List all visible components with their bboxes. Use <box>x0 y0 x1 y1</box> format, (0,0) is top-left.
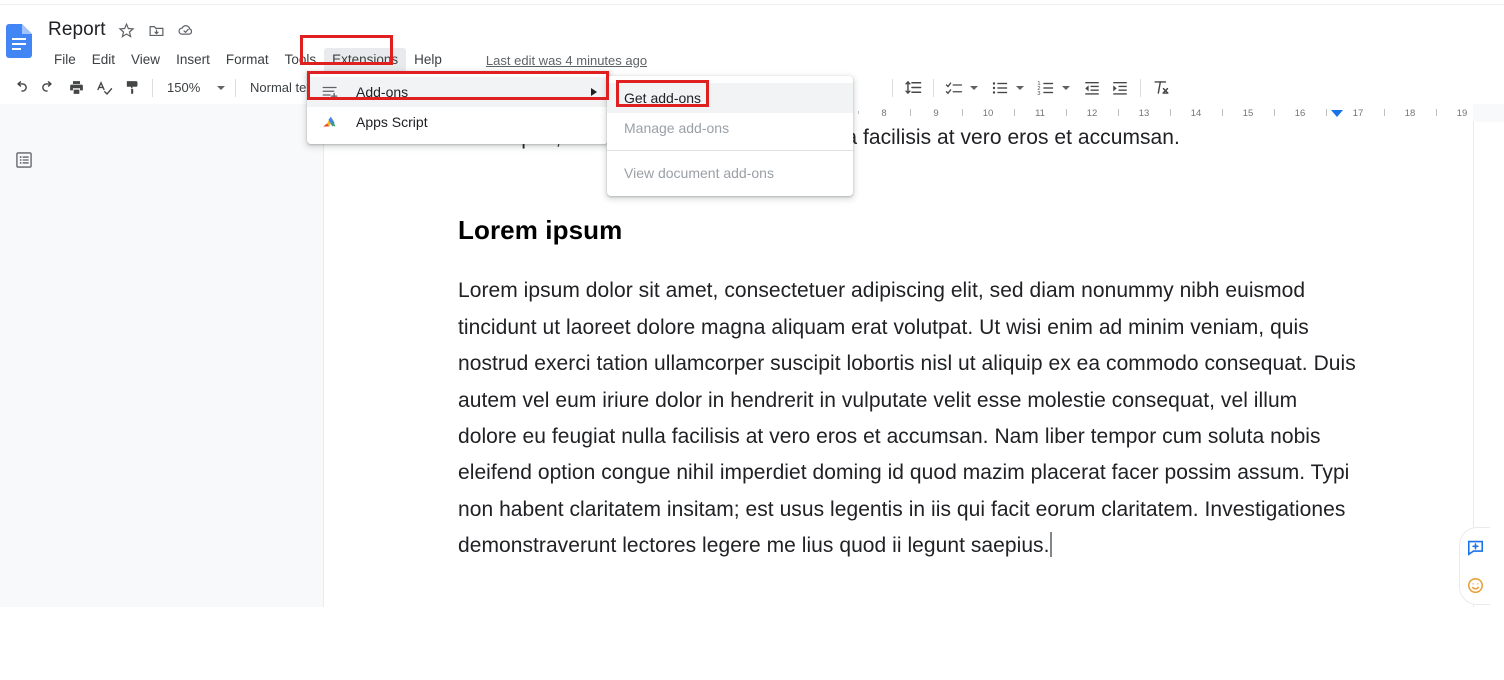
document-heading: Lorem ipsum <box>458 215 623 246</box>
chevron-down-icon[interactable] <box>970 85 978 90</box>
ruler-number: 17 <box>1352 108 1364 119</box>
menu-item-add-ons[interactable]: Add-ons <box>307 77 609 107</box>
submenu-item-view-document-add-ons: View document add-ons <box>624 165 774 181</box>
extensions-dropdown-menu[interactable]: Add-ons Apps Script <box>307 71 609 144</box>
bulleted-list-icon[interactable] <box>986 75 1014 101</box>
ruler-number: 15 <box>1242 108 1254 119</box>
document-paragraph: Lorem ipsum dolor sit amet, consectetuer… <box>458 279 1356 558</box>
menu-file[interactable]: File <box>46 48 84 72</box>
menu-extensions[interactable]: Extensions <box>324 48 407 72</box>
toolbar-divider <box>152 78 153 97</box>
menu-insert[interactable]: Insert <box>168 48 218 72</box>
line-spacing-icon[interactable] <box>899 75 927 101</box>
add-ons-submenu[interactable]: Get add-ons Manage add-ons View document… <box>607 76 853 196</box>
ruler-number: 8 <box>881 108 887 119</box>
svg-text:3: 3 <box>1037 90 1040 96</box>
text-cursor <box>1050 532 1053 558</box>
undo-icon[interactable] <box>6 75 34 101</box>
menu-item-label: Add-ons <box>356 84 409 100</box>
right-indent-marker[interactable] <box>1331 110 1343 117</box>
menu-view[interactable]: View <box>123 48 168 72</box>
toolbar-divider <box>235 78 236 97</box>
submenu-divider <box>607 150 853 151</box>
chevron-down-icon[interactable] <box>1062 85 1070 90</box>
apps-script-icon <box>321 113 341 131</box>
chevron-right-icon <box>591 88 597 96</box>
menu-item-apps-script[interactable]: Apps Script <box>307 107 609 137</box>
ruler-number: 13 <box>1138 108 1150 119</box>
toolbar-divider <box>1140 78 1141 97</box>
ruler-number: 10 <box>982 108 994 119</box>
menu-format[interactable]: Format <box>218 48 277 72</box>
saved-to-drive-icon[interactable] <box>177 21 196 40</box>
add-comment-icon[interactable] <box>1464 536 1486 558</box>
title-row: Report <box>48 19 196 41</box>
outline-pane <box>0 122 324 607</box>
print-icon[interactable] <box>62 75 90 101</box>
floating-action-strip <box>1459 527 1490 605</box>
ruler-number: 12 <box>1086 108 1098 119</box>
move-to-folder-icon[interactable] <box>147 21 166 40</box>
ruler-number: 14 <box>1190 108 1202 119</box>
menu-bar: File Edit View Insert Format Tools Exten… <box>46 48 647 72</box>
toolbar-divider <box>892 78 893 97</box>
menu-item-label: Apps Script <box>356 114 428 130</box>
add-reaction-icon[interactable] <box>1464 574 1486 596</box>
spellcheck-icon[interactable] <box>90 75 118 101</box>
ruler-number: 9 <box>933 108 939 119</box>
decrease-indent-icon[interactable] <box>1078 75 1106 101</box>
zoom-select[interactable]: 150% <box>159 75 229 101</box>
menu-help[interactable]: Help <box>406 48 450 72</box>
paint-format-icon[interactable] <box>118 75 146 101</box>
redo-icon[interactable] <box>34 75 62 101</box>
google-docs-window: Report File Edit View Insert Format Tool… <box>0 0 1504 680</box>
menu-tools[interactable]: Tools <box>277 48 325 72</box>
submenu-item-get-add-ons[interactable]: Get add-ons <box>607 83 853 113</box>
increase-indent-icon[interactable] <box>1106 75 1134 101</box>
zoom-value: 150% <box>167 80 201 95</box>
docs-header: Report File Edit View Insert Format Tool… <box>0 5 1504 72</box>
document-body[interactable]: consequat, vel illum dolore eu feugiat n… <box>458 122 1358 565</box>
checklist-icon[interactable] <box>940 75 968 101</box>
add-ons-icon <box>321 83 341 101</box>
menu-edit[interactable]: Edit <box>84 48 123 72</box>
google-docs-logo[interactable] <box>6 24 32 58</box>
ruler-number: 18 <box>1404 108 1416 119</box>
star-icon[interactable] <box>117 21 136 40</box>
chevron-down-icon[interactable] <box>1016 85 1024 90</box>
toolbar-divider <box>933 78 934 97</box>
ruler-number: 11 <box>1035 108 1045 119</box>
numbered-list-icon[interactable]: 1 2 3 <box>1032 75 1060 101</box>
chevron-down-icon <box>217 85 225 90</box>
document-page[interactable]: consequat, vel illum dolore eu feugiat n… <box>324 122 1473 607</box>
ruler-number: 16 <box>1294 108 1306 119</box>
ruler-number: 19 <box>1456 108 1468 119</box>
last-edit-status[interactable]: Last edit was 4 minutes ago <box>486 53 647 68</box>
clear-formatting-icon[interactable] <box>1147 75 1175 101</box>
document-outline-icon[interactable] <box>10 146 38 174</box>
page-title[interactable]: Report <box>48 19 106 41</box>
submenu-item-manage-add-ons: Manage add-ons <box>624 120 730 136</box>
